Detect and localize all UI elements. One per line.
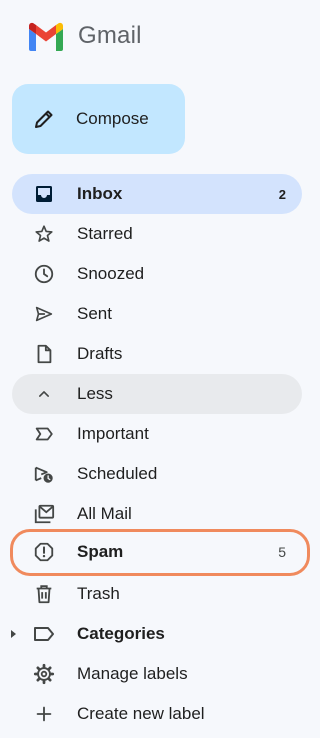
nav-item-label: Sent <box>77 304 112 323</box>
nav-item-label: Categories <box>77 624 165 643</box>
nav-item-label: Snoozed <box>77 264 145 283</box>
chevron-up-icon <box>32 382 56 406</box>
nav-item-label: Manage labels <box>77 664 188 683</box>
nav-item-all-mail[interactable]: All Mail <box>12 494 302 534</box>
important-icon <box>32 422 56 446</box>
create-label-button[interactable]: Create new label <box>12 694 302 734</box>
nav-item-label: Create new label <box>77 704 205 723</box>
gmail-logo[interactable]: Gmail <box>26 20 142 52</box>
trash-icon <box>32 582 56 606</box>
all-mail-icon <box>32 502 56 526</box>
gmail-m-icon <box>26 21 66 51</box>
nav-item-starred[interactable]: Starred <box>12 214 302 254</box>
pencil-icon <box>32 107 56 131</box>
nav-item-scheduled[interactable]: Scheduled <box>12 454 302 494</box>
send-icon <box>32 302 56 326</box>
nav-item-label: Starred <box>77 224 133 243</box>
star-icon <box>32 222 56 246</box>
app-name: Gmail <box>78 22 142 49</box>
plus-icon <box>32 702 56 726</box>
scheduled-icon <box>32 462 56 486</box>
nav-item-sent[interactable]: Sent <box>12 294 302 334</box>
nav-item-categories[interactable]: Categories <box>11 614 302 654</box>
nav-item-important[interactable]: Important <box>12 414 302 454</box>
clock-icon <box>32 262 56 286</box>
spam-highlight-ring <box>10 529 310 576</box>
nav-item-label: Less <box>77 384 113 403</box>
nav-item-label: Inbox <box>77 184 123 203</box>
compose-label: Compose <box>76 109 149 128</box>
compose-button[interactable]: Compose <box>12 84 185 154</box>
nav-item-label: Important <box>77 424 149 443</box>
unread-count: 2 <box>278 186 286 202</box>
nav-item-manage-labels[interactable]: Manage labels <box>12 654 302 694</box>
label-icon <box>32 622 56 646</box>
nav-item-less[interactable]: Less <box>12 374 302 414</box>
gear-icon <box>32 662 56 686</box>
nav-item-label: Scheduled <box>77 464 158 483</box>
nav-item-inbox[interactable]: Inbox 2 <box>12 174 302 214</box>
nav-item-trash[interactable]: Trash <box>12 574 302 614</box>
nav-item-drafts[interactable]: Drafts <box>12 334 302 374</box>
expand-caret-icon[interactable] <box>8 628 18 640</box>
inbox-icon <box>32 182 56 206</box>
nav-item-label: All Mail <box>77 504 132 523</box>
draft-icon <box>32 342 56 366</box>
nav-item-label: Drafts <box>77 344 123 363</box>
nav-item-snoozed[interactable]: Snoozed <box>12 254 302 294</box>
nav-item-label: Trash <box>77 584 120 603</box>
